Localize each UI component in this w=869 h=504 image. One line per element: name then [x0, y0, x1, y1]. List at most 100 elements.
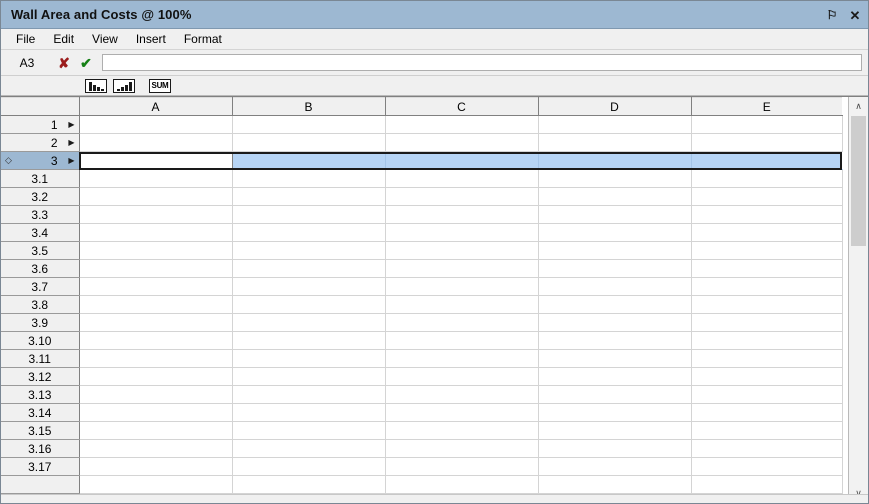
row-header[interactable]: 3.14	[1, 403, 80, 422]
grid-cell[interactable]	[691, 169, 843, 188]
grid-cell[interactable]	[232, 241, 386, 260]
grid-cell[interactable]	[691, 187, 843, 206]
grid-cell[interactable]	[232, 331, 386, 350]
row-header[interactable]: ◇ 3 ▶	[1, 151, 80, 170]
grid-cell[interactable]	[691, 223, 843, 242]
close-icon[interactable]: ✕	[848, 7, 862, 23]
grid-cell[interactable]	[232, 367, 386, 386]
grid-cell[interactable]	[691, 205, 843, 224]
grid-cell[interactable]	[79, 187, 233, 206]
grid-cell[interactable]	[79, 439, 233, 458]
grid-cell[interactable]	[691, 331, 843, 350]
row-expand-arrow-icon[interactable]: ▶	[64, 156, 74, 165]
grid-cell[interactable]	[385, 457, 539, 476]
grid-cell[interactable]	[232, 169, 386, 188]
grid-cell[interactable]	[538, 349, 692, 368]
chevron-up-icon[interactable]: ∧	[849, 97, 868, 115]
column-header-e[interactable]: E	[691, 97, 842, 116]
accept-icon[interactable]: ✔	[75, 56, 97, 70]
grid-cell[interactable]	[538, 367, 692, 386]
grid-cell[interactable]	[79, 313, 233, 332]
cancel-icon[interactable]: ✘	[53, 56, 75, 70]
grid-cell[interactable]	[79, 475, 233, 494]
grid-cell[interactable]	[385, 241, 539, 260]
grid-cell[interactable]	[691, 151, 842, 170]
row-header[interactable]: 3.1	[1, 169, 80, 188]
grid-cell[interactable]	[232, 223, 386, 242]
grid-cell[interactable]	[232, 133, 386, 152]
menu-item-file[interactable]: File	[7, 30, 44, 48]
column-header-d[interactable]: D	[538, 97, 692, 116]
scrollbar-thumb[interactable]	[851, 116, 866, 246]
row-header[interactable]: 3.8	[1, 295, 80, 314]
grid-cell[interactable]	[79, 277, 233, 296]
grid-cell[interactable]	[691, 133, 843, 152]
grid-cell[interactable]	[232, 403, 386, 422]
row-header[interactable]: 3.2	[1, 187, 80, 206]
grid-cell[interactable]	[538, 205, 692, 224]
pin-icon[interactable]: ⚐	[825, 7, 839, 23]
grid-cell[interactable]	[691, 403, 843, 422]
grid-cell[interactable]	[538, 403, 692, 422]
row-header[interactable]	[1, 475, 80, 494]
grid-cell[interactable]	[385, 475, 539, 494]
grid-cell[interactable]	[79, 403, 233, 422]
row-header[interactable]: 3.16	[1, 439, 80, 458]
row-header[interactable]: 3.13	[1, 385, 80, 404]
grid-cell[interactable]	[385, 187, 539, 206]
bar-chart-ascending-icon[interactable]	[113, 78, 135, 93]
grid-cell[interactable]	[538, 439, 692, 458]
grid-cell[interactable]	[232, 151, 386, 170]
grid-cell[interactable]	[385, 223, 539, 242]
row-header[interactable]: 1 ▶	[1, 115, 80, 134]
row-header[interactable]: 2 ▶	[1, 133, 80, 152]
row-header[interactable]: 3.12	[1, 367, 80, 386]
grid-cell[interactable]	[538, 457, 692, 476]
grid-cell[interactable]	[232, 475, 386, 494]
grid-cell[interactable]	[538, 259, 692, 278]
grid-cell[interactable]	[79, 259, 233, 278]
grid-cell[interactable]	[232, 205, 386, 224]
grid-cell[interactable]	[385, 259, 539, 278]
grid-cell[interactable]	[232, 277, 386, 296]
grid-cell[interactable]	[232, 349, 386, 368]
grid-cell[interactable]	[385, 133, 539, 152]
row-header[interactable]: 3.11	[1, 349, 80, 368]
grid-cell[interactable]	[538, 295, 692, 314]
grid-cell[interactable]	[691, 421, 843, 440]
grid-cell[interactable]	[232, 259, 386, 278]
grid-cell[interactable]	[538, 277, 692, 296]
grid-cell[interactable]	[232, 385, 386, 404]
row-header[interactable]: 3.9	[1, 313, 80, 332]
row-expand-arrow-icon[interactable]: ▶	[64, 138, 74, 147]
grid-cell[interactable]	[79, 115, 233, 134]
grid-cell[interactable]	[79, 223, 233, 242]
column-header-a[interactable]: A	[79, 97, 233, 116]
grid-cell[interactable]	[79, 151, 233, 170]
grid-cell[interactable]	[538, 421, 692, 440]
row-header[interactable]: 3.3	[1, 205, 80, 224]
grid-cell[interactable]	[385, 115, 539, 134]
grid-cell[interactable]	[538, 169, 692, 188]
grid-cell[interactable]	[691, 241, 843, 260]
grid-cell[interactable]	[232, 295, 386, 314]
grid-cell[interactable]	[232, 313, 386, 332]
grid-cell[interactable]	[385, 385, 539, 404]
grid-cell[interactable]	[232, 439, 386, 458]
grid-cell[interactable]	[691, 385, 843, 404]
grid-cell[interactable]	[79, 133, 233, 152]
row-header[interactable]: 3.6	[1, 259, 80, 278]
grid-cell[interactable]	[691, 115, 843, 134]
grid-cell[interactable]	[538, 115, 692, 134]
grid-cell[interactable]	[691, 457, 843, 476]
grid-cell[interactable]	[79, 295, 233, 314]
grid-cell[interactable]	[691, 349, 843, 368]
grid-cell[interactable]	[538, 223, 692, 242]
grid-cell[interactable]	[538, 241, 692, 260]
grid-cell[interactable]	[385, 439, 539, 458]
row-header[interactable]: 3.17	[1, 457, 80, 476]
grid-cell[interactable]	[79, 349, 233, 368]
sum-button[interactable]: SUM	[149, 78, 171, 93]
column-header-b[interactable]: B	[232, 97, 386, 116]
cell-reference-box[interactable]: A3	[1, 56, 53, 70]
